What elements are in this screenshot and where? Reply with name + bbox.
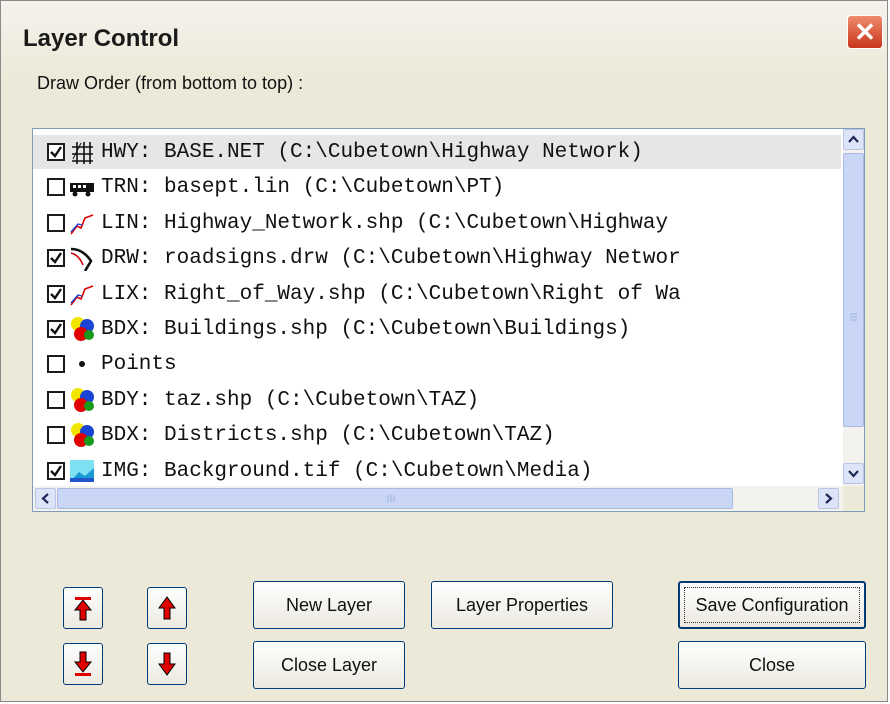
- close-window-icon[interactable]: ✕: [847, 15, 883, 49]
- draw-order-label: Draw Order (from bottom to top) :: [37, 73, 304, 93]
- polygon-icon: [69, 422, 95, 448]
- grip-icon: [850, 313, 857, 321]
- layer-row[interactable]: DRW: roadsigns.drw (C:\Cubetown\Highway …: [33, 241, 841, 275]
- arrow-down-icon: [158, 652, 176, 676]
- arrow-up-icon: [158, 596, 176, 620]
- move-to-bottom-icon: [73, 651, 93, 676]
- scrollbar-corner: [843, 486, 864, 511]
- move-to-bottom-button[interactable]: [63, 643, 103, 685]
- layer-row[interactable]: BDY: taz.shp (C:\Cubetown\TAZ): [33, 383, 841, 417]
- focus-rect: [684, 587, 860, 623]
- layer-properties-button[interactable]: Layer Properties: [431, 581, 613, 629]
- layer-label: TRN: basept.lin (C:\Cubetown\PT): [101, 176, 505, 200]
- layer-visible-checkbox[interactable]: [47, 284, 65, 303]
- chevron-down-icon: [848, 470, 859, 478]
- layer-row[interactable]: BDX: Districts.shp (C:\Cubetown\TAZ): [33, 418, 841, 452]
- vertical-scroll-thumb[interactable]: [843, 153, 864, 427]
- layer-label: BDY: taz.shp (C:\Cubetown\TAZ): [101, 388, 480, 412]
- layer-label: BDX: Districts.shp (C:\Cubetown\TAZ): [101, 424, 555, 448]
- drawing-curve-icon: [69, 245, 95, 272]
- chevron-right-icon: [825, 493, 833, 504]
- title-bar[interactable]: Layer Control ✕: [1, 1, 887, 83]
- chevron-up-icon: [848, 135, 859, 143]
- layer-list[interactable]: HWY: BASE.NET (C:\Cubetown\Highway Netwo…: [32, 128, 865, 512]
- layer-row[interactable]: LIN: Highway_Network.shp (C:\Cubetown\Hi…: [33, 206, 841, 240]
- layer-visible-checkbox[interactable]: [47, 355, 65, 374]
- polygon-icon: [69, 387, 95, 413]
- layer-row[interactable]: HWY: BASE.NET (C:\Cubetown\Highway Netwo…: [33, 135, 841, 169]
- grip-icon: [387, 495, 395, 502]
- scroll-right-button[interactable]: [818, 488, 839, 509]
- layer-visible-checkbox[interactable]: [47, 213, 65, 232]
- layer-visible-checkbox[interactable]: [47, 249, 65, 268]
- layer-visible-checkbox[interactable]: [47, 178, 65, 197]
- polygon-icon: [69, 316, 95, 342]
- vertical-scrollbar[interactable]: [843, 129, 864, 486]
- layer-visible-checkbox[interactable]: [47, 461, 65, 480]
- layer-label: DRW: roadsigns.drw (C:\Cubetown\Highway …: [101, 247, 681, 271]
- layer-visible-checkbox[interactable]: [47, 390, 65, 409]
- layer-label: IMG: Background.tif (C:\Cubetown\Media): [101, 459, 593, 483]
- layer-control-dialog: Layer Control ✕ Draw Order (from bottom …: [0, 0, 888, 702]
- move-to-top-button[interactable]: [63, 587, 103, 629]
- layer-label: HWY: BASE.NET (C:\Cubetown\Highway Netwo…: [101, 141, 643, 164]
- layer-visible-checkbox[interactable]: [47, 143, 65, 161]
- chevron-left-icon: [41, 493, 49, 504]
- new-layer-button[interactable]: New Layer: [253, 581, 405, 629]
- scroll-up-button[interactable]: [843, 129, 864, 150]
- save-configuration-button[interactable]: Save Configuration: [678, 581, 866, 629]
- polyline-icon: [69, 281, 95, 307]
- bus-icon: [69, 174, 95, 200]
- grid-network-icon: [69, 139, 95, 165]
- window-title: Layer Control: [23, 25, 180, 52]
- horizontal-scrollbar[interactable]: [33, 486, 843, 511]
- move-down-button[interactable]: [147, 643, 187, 685]
- horizontal-scroll-thumb[interactable]: [57, 488, 733, 509]
- layer-label: BDX: Buildings.shp (C:\Cubetown\Building…: [101, 318, 631, 341]
- layer-label: LIX: Right_of_Way.shp (C:\Cubetown\Right…: [101, 282, 681, 306]
- layer-row[interactable]: Points: [33, 347, 841, 381]
- layer-visible-checkbox[interactable]: [47, 426, 65, 445]
- polyline-icon: [69, 210, 95, 236]
- close-button[interactable]: Close: [678, 641, 866, 689]
- layer-label: LIN: Highway_Network.shp (C:\Cubetown\Hi…: [101, 211, 669, 235]
- layer-label: Points: [101, 353, 177, 377]
- layer-visible-checkbox[interactable]: [47, 320, 65, 338]
- layer-row[interactable]: BDX: Buildings.shp (C:\Cubetown\Building…: [33, 312, 841, 346]
- close-layer-button[interactable]: Close Layer: [253, 641, 405, 689]
- layer-row[interactable]: TRN: basept.lin (C:\Cubetown\PT): [33, 170, 841, 204]
- move-to-top-icon: [73, 597, 93, 621]
- layer-row[interactable]: LIX: Right_of_Way.shp (C:\Cubetown\Right…: [33, 277, 841, 311]
- layer-rows: HWY: BASE.NET (C:\Cubetown\Highway Netwo…: [33, 129, 841, 486]
- layer-row[interactable]: IMG: Background.tif (C:\Cubetown\Media): [33, 454, 841, 486]
- point-icon: [69, 351, 95, 377]
- move-up-button[interactable]: [147, 587, 187, 629]
- scroll-down-button[interactable]: [843, 463, 864, 484]
- scroll-left-button[interactable]: [35, 488, 56, 509]
- image-icon: [69, 458, 95, 484]
